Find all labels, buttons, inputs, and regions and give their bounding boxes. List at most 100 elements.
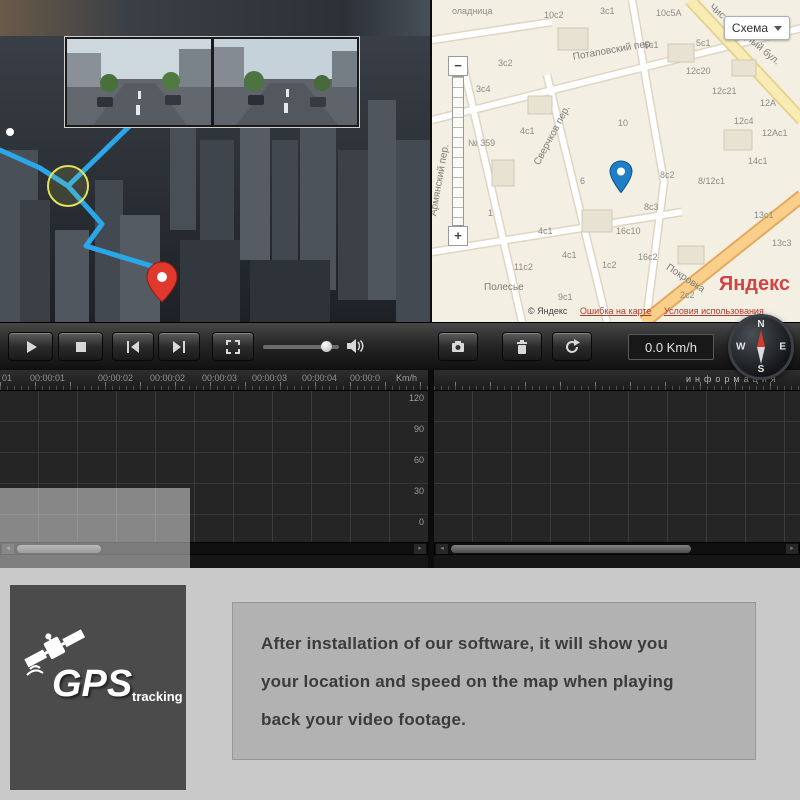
right-scrollbar-thumb[interactable] <box>451 545 691 553</box>
map-house-label: 5с1 <box>696 38 711 48</box>
map-panel[interactable]: оладница 10с2 3с1 10с5А 5с1 6с1 12с20 12с21 12с4… <box>430 0 800 322</box>
map-zoom-control: − + <box>448 56 468 246</box>
volume-knob[interactable] <box>321 341 332 352</box>
map-house-label: оладница <box>452 6 493 16</box>
time-ruler-label: 00:00:03 <box>202 373 238 383</box>
right-scrollbar[interactable]: ◂ ▸ <box>434 542 800 555</box>
speed-axis-tick: 0 <box>418 517 424 527</box>
map-house-label: 12Ас1 <box>762 128 788 138</box>
map-house-label: 13с1 <box>754 210 774 220</box>
map-error-link[interactable]: Ошибка на карте <box>580 306 652 316</box>
compass-south-label: S <box>757 364 765 375</box>
time-ruler-label: 01 <box>2 373 13 383</box>
dashcam-thumbnail-rear[interactable] <box>213 39 357 125</box>
next-button[interactable] <box>158 332 200 361</box>
time-ruler-label: 00:00:02 <box>150 373 186 383</box>
speed-axis-tick: 90 <box>413 424 424 434</box>
speed-graph: 120 90 60 30 0 <box>0 390 428 542</box>
info-table-panel <box>434 390 800 542</box>
map-scheme-button[interactable]: Схема <box>724 16 790 40</box>
map-house-label: № 359 <box>468 138 496 148</box>
chevron-down-icon <box>774 25 783 31</box>
map-house-label: 1 <box>488 208 494 218</box>
refresh-button[interactable] <box>552 332 592 361</box>
time-ruler-label: 00:00:04 <box>302 373 338 383</box>
map-house-label: 3с4 <box>476 84 491 94</box>
speaker-icon[interactable] <box>346 338 364 359</box>
scheme-button-label: Схема <box>731 21 769 35</box>
description-box: After installation of our software, it w… <box>232 602 756 760</box>
left-scrollbar[interactable]: ◂ ▸ <box>0 542 428 555</box>
scroll-right-arrow-icon[interactable]: ▸ <box>414 544 426 554</box>
map-house-label: 12с21 <box>712 86 737 96</box>
compass-north-label: N <box>757 319 765 330</box>
map-house-label: 1с2 <box>602 260 617 270</box>
play-icon <box>26 340 37 353</box>
fullscreen-button[interactable] <box>212 332 254 361</box>
speed-axis-tick: 30 <box>413 486 424 496</box>
map-house-label: 6 <box>580 176 586 186</box>
compass-west-label: W <box>736 341 746 353</box>
zoom-out-button[interactable]: − <box>448 56 468 76</box>
snapshot-button[interactable] <box>438 332 478 361</box>
stop-button[interactable] <box>58 332 103 361</box>
zoom-slider[interactable] <box>452 76 464 226</box>
description-line: back your video footage. <box>261 710 467 729</box>
map-house-label: 3с2 <box>498 58 513 68</box>
gps-tracking-badge: GPS tracking <box>10 585 186 790</box>
map-house-label: 10с5А <box>656 8 682 18</box>
scroll-left-arrow-icon[interactable]: ◂ <box>436 544 448 554</box>
video-panel <box>0 0 430 322</box>
play-button[interactable] <box>8 332 53 361</box>
dashcam-thumbnail-front[interactable] <box>67 39 211 125</box>
gps-subtitle: tracking <box>132 689 183 704</box>
map-house-label: 4с1 <box>538 226 553 236</box>
map-terms-link[interactable]: Условия использования <box>664 306 764 316</box>
map-street-label: Полесье <box>484 282 524 293</box>
speed-axis-tick: 60 <box>413 455 424 465</box>
map-house-label: 9с1 <box>558 292 573 302</box>
map-house-label: 10 <box>618 118 629 128</box>
map-house-label: 8/12с1 <box>698 176 726 186</box>
zoom-in-button[interactable]: + <box>448 226 468 246</box>
description-line: your location and speed on the map when … <box>261 672 674 691</box>
map-attribution: © Яндекс Ошибка на карте Условия использ… <box>528 306 764 316</box>
compass-east-label: E <box>779 341 786 353</box>
refresh-icon <box>566 338 580 353</box>
gps-player-screen: оладница 10с2 3с1 10с5А 5с1 6с1 12с20 12с21 12с4… <box>0 0 800 800</box>
previous-button[interactable] <box>112 332 154 361</box>
map-house-label: 16с2 <box>638 252 658 262</box>
footer-section: GPS tracking After installation of our s… <box>0 568 800 800</box>
camera-icon <box>452 340 464 352</box>
map-house-label: 3с1 <box>600 6 615 16</box>
compass-widget: N S W E <box>728 314 794 380</box>
map-house-label: 8с2 <box>660 170 675 180</box>
compass-needle-south <box>757 347 765 364</box>
map-house-label: 11с2 <box>514 262 533 272</box>
map-house-label: 14с1 <box>748 156 768 166</box>
map-house-label: 8с3 <box>644 202 659 212</box>
description-line: After installation of our software, it w… <box>261 634 669 653</box>
map-house-label: 16с10 <box>616 226 641 236</box>
trash-icon <box>517 339 527 354</box>
yandex-watermark: Яндекс <box>718 273 790 295</box>
skip-back-icon <box>127 340 139 353</box>
gps-title: GPS <box>52 663 133 705</box>
scroll-right-arrow-icon[interactable]: ▸ <box>786 544 798 554</box>
scroll-left-arrow-icon[interactable]: ◂ <box>2 544 14 554</box>
timeline-section: 01 00:00:01 00:00:02 00:00:02 00:00:03 00:00:… <box>0 370 800 568</box>
volume-slider[interactable] <box>263 341 339 352</box>
delete-button[interactable] <box>502 332 542 361</box>
map-house-label: 12с20 <box>686 66 711 76</box>
map-house-label: 4с1 <box>562 250 577 260</box>
dashcam-thumbnails <box>64 36 360 128</box>
timeline-divider <box>428 370 434 568</box>
playback-control-bar: 0.0 Km/h N S W E <box>0 314 800 380</box>
skip-forward-icon <box>173 340 185 353</box>
speed-unit-label: Km/h <box>396 373 418 383</box>
top-panels: оладница 10с2 3с1 10с5А 5с1 6с1 12с20 12с21 12с4… <box>0 0 800 322</box>
map-house-label: 10с2 <box>544 10 564 20</box>
map-house-label: 12с4 <box>734 116 754 126</box>
left-scrollbar-thumb[interactable] <box>17 545 101 553</box>
map-house-label: 13с3 <box>772 238 792 248</box>
